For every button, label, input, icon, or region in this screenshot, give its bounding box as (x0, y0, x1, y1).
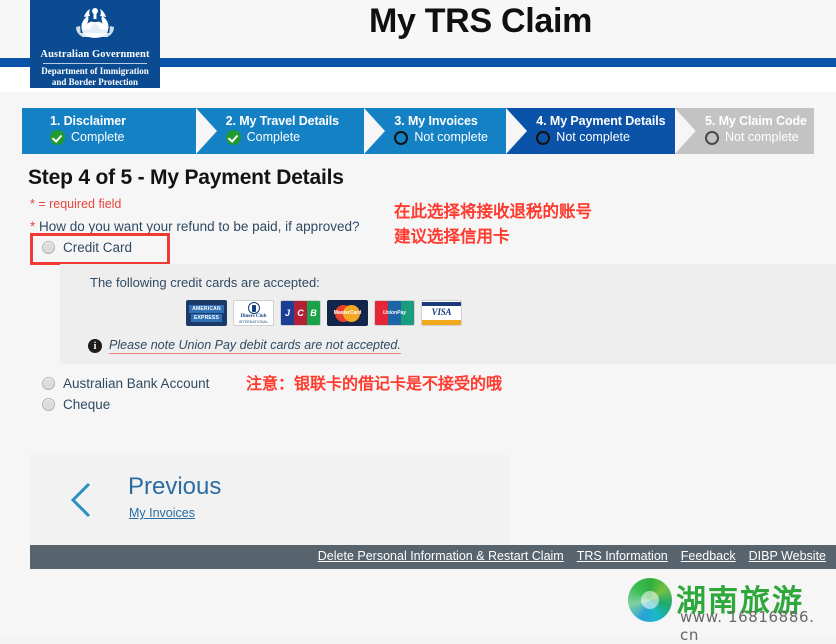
footer-links: Delete Personal Information & Restart Cl… (318, 549, 826, 563)
previous-nav-panel[interactable]: Previous My Invoices (30, 455, 510, 545)
unionpay-warning: i Please note Union Pay debit cards are … (88, 338, 401, 354)
amex-card-icon: AMERICAN EXPRESS (186, 300, 227, 326)
annotation-credit-card: 在此选择将接收退税的账号 建议选择信用卡 (394, 200, 592, 250)
chevron-left-icon (70, 482, 92, 518)
step-status: Complete (225, 129, 365, 146)
previous-target-link[interactable]: My Invoices (129, 506, 195, 520)
crest-department-line2: and Border Protection (51, 76, 139, 87)
step-status-label: Not complete (725, 130, 799, 144)
step-status: Not complete (394, 129, 506, 146)
footer-link-delete-restart[interactable]: Delete Personal Information & Restart Cl… (318, 549, 564, 563)
circle-icon (536, 130, 551, 145)
visa-top-bar (422, 302, 461, 306)
visa-bottom-bar (422, 320, 461, 325)
page-header: My TRS Claim Australian Government Depar… (0, 0, 836, 92)
step-progress-bar: 1. Disclaimer Complete 2. My Travel Deta… (22, 108, 814, 154)
jcb-line3: B (307, 301, 320, 325)
step-notch-cut (195, 108, 217, 154)
footer-link-trs-information[interactable]: TRS Information (577, 549, 668, 563)
unionpay-warning-text: Please note Union Pay debit cards are no… (109, 338, 401, 354)
previous-label: Previous (128, 473, 222, 500)
step-status-label: Complete (71, 130, 125, 144)
circle-icon (705, 130, 719, 145)
annotation-credit-card-line2: 建议选择信用卡 (394, 228, 510, 246)
radio-button[interactable] (42, 398, 55, 411)
step-title: 1. Disclaimer (50, 114, 126, 128)
step-item-my-invoices[interactable]: 3. My Invoices Not complete (364, 108, 528, 154)
annotation-highlight-box (30, 233, 170, 265)
footer-link-feedback[interactable]: Feedback (681, 549, 736, 563)
radio-button[interactable] (42, 377, 55, 390)
step-status: Not complete (705, 129, 814, 146)
step-item-travel-details[interactable]: 2. My Travel Details Complete (195, 108, 386, 154)
step-title: 4. My Payment Details (536, 114, 666, 128)
accepted-cards-panel: The following credit cards are accepted:… (60, 264, 836, 364)
check-icon (50, 130, 65, 145)
step-status-label: Not complete (556, 130, 630, 144)
required-field-note: * = required field (30, 197, 122, 211)
jcb-line2: C (294, 301, 307, 325)
step-notch-cut (675, 108, 696, 154)
payment-question-text: How do you want your refund to be paid, … (35, 219, 360, 234)
radio-option-australian-bank-account[interactable]: Australian Bank Account (42, 376, 209, 391)
step-status-label: Not complete (414, 130, 488, 144)
crest-divider (43, 63, 147, 64)
diners-line2: INTERNATIONAL (238, 320, 269, 324)
visa-label: VISA (431, 307, 452, 317)
accepted-cards-title: The following credit cards are accepted: (90, 275, 320, 290)
footer-link-dibp-website[interactable]: DIBP Website (749, 549, 826, 563)
check-icon (225, 130, 241, 145)
step-status: Not complete (536, 129, 675, 146)
unionpay-card-icon: UnionPay (374, 300, 415, 326)
payment-question: * How do you want your refund to be paid… (30, 219, 359, 234)
mastercard-label: MasterCard (333, 310, 362, 316)
circle-icon (394, 130, 409, 145)
step-item-disclaimer[interactable]: 1. Disclaimer Complete (22, 108, 217, 154)
crest-government-label: Australian Government (40, 49, 150, 60)
step-title: 3. My Invoices (394, 114, 478, 128)
step-status: Complete (50, 129, 196, 146)
step-item-payment-details[interactable]: 4. My Payment Details Not complete (506, 108, 696, 154)
diners-club-card-icon: Diners Club INTERNATIONAL (233, 300, 274, 326)
trs-claim-page: My TRS Claim Australian Government Depar… (0, 0, 836, 644)
mastercard-card-icon: MasterCard (327, 300, 368, 326)
annotation-credit-card-line1: 在此选择将接收退税的账号 (394, 203, 592, 221)
hunan-travel-logo-icon (628, 578, 672, 622)
annotation-unionpay: 注意：银联卡的借记卡是不接受的哦 (246, 376, 503, 393)
step-item-claim-code: 5. My Claim Code Not complete (675, 108, 814, 154)
info-icon: i (88, 339, 102, 353)
step-notch-cut (506, 108, 528, 154)
amex-line2: EXPRESS (190, 313, 223, 322)
watermark: 湖南旅游 www. 16816886. cn (628, 576, 828, 644)
step-status-label: Complete (246, 130, 301, 144)
radio-label: Australian Bank Account (63, 376, 210, 391)
australian-government-crest: Australian Government Department of Immi… (30, 0, 160, 88)
jcb-card-icon: J C B (280, 300, 321, 326)
step-title: 2. My Travel Details (225, 114, 339, 128)
visa-card-icon: VISA (421, 300, 462, 326)
watermark-url: www. 16816886. cn (680, 608, 815, 644)
unionpay-label: UnionPay (382, 310, 407, 316)
section-heading: Step 4 of 5 - My Payment Details (28, 166, 344, 189)
page-footer: Delete Personal Information & Restart Cl… (30, 545, 836, 569)
step-notch-cut (364, 108, 386, 154)
radio-option-cheque[interactable]: Cheque (42, 397, 110, 412)
radio-label: Cheque (63, 397, 111, 412)
jcb-line1: J (281, 301, 294, 325)
amex-line1: AMERICAN (189, 304, 224, 313)
australian-coat-of-arms-icon (68, 3, 122, 48)
step-title: 5. My Claim Code (705, 114, 807, 128)
crest-department-line1: Department of Immigration (41, 66, 149, 76)
accepted-cards-list: AMERICAN EXPRESS Diners Club INTERNATION… (186, 300, 462, 326)
diners-mark (247, 302, 260, 314)
